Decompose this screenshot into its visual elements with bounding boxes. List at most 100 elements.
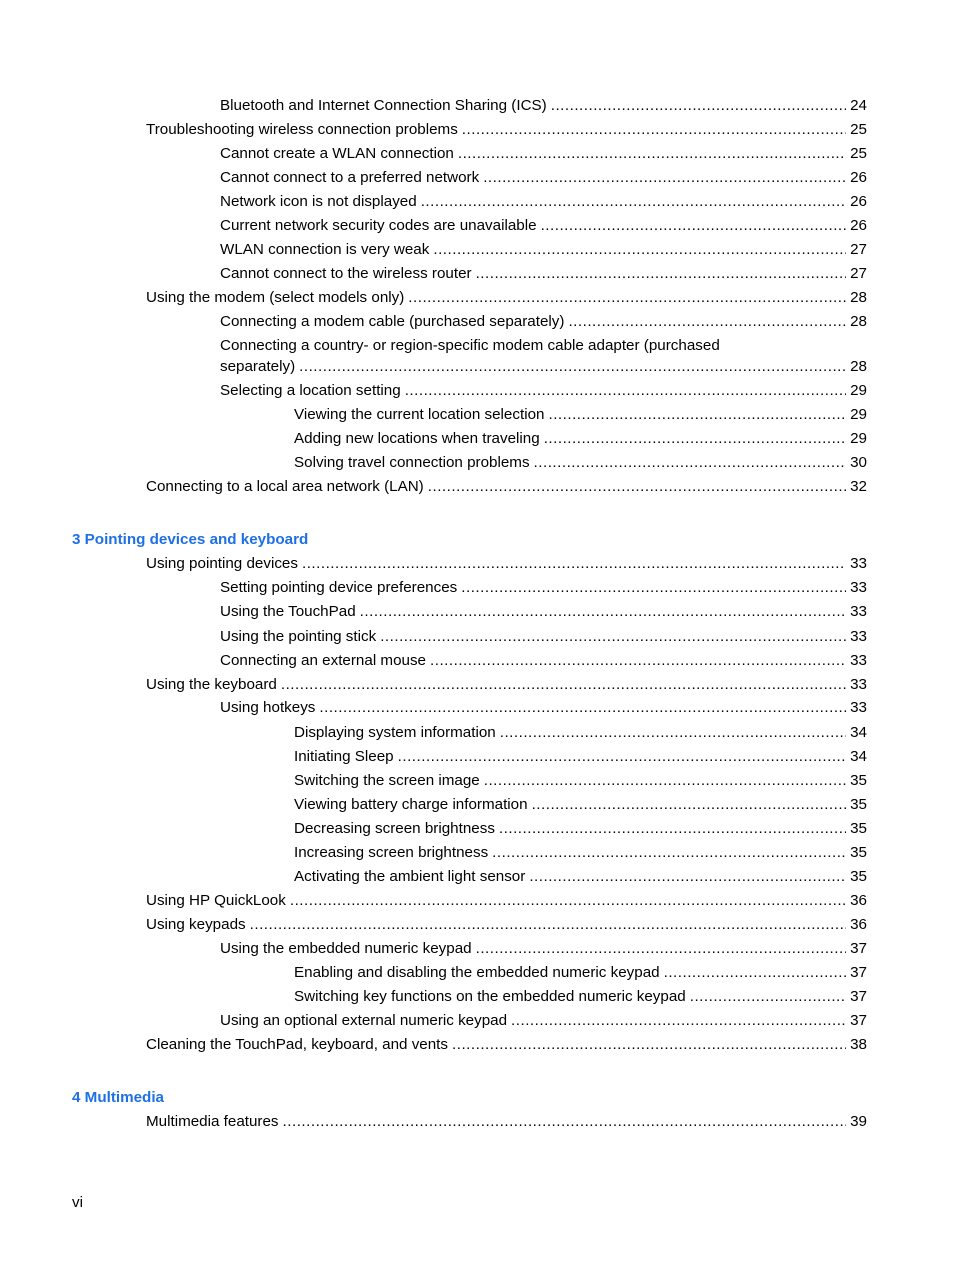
dot-leader [532, 796, 847, 814]
toc-entry-title: Increasing screen brightness [294, 844, 489, 861]
toc-entry-title: Using the keyboard [146, 676, 277, 693]
toc-entry-page-number: 28 [850, 289, 867, 306]
toc-entry[interactable]: Switching the screen image 35 [294, 772, 867, 790]
dot-leader [544, 430, 846, 448]
toc-entry[interactable]: Connecting to a local area network (LAN)… [146, 478, 867, 496]
toc-entry[interactable]: Current network security codes are unava… [220, 217, 867, 235]
dot-leader [690, 988, 846, 1006]
toc-entry[interactable]: Solving travel connection problems 30 [294, 454, 867, 472]
dot-leader [430, 652, 846, 670]
dot-leader [250, 916, 846, 934]
dot-leader [568, 313, 846, 331]
dot-leader [302, 555, 846, 573]
dot-leader [483, 169, 846, 187]
chapter-heading[interactable]: 4 Multimedia [72, 1089, 164, 1106]
toc-entry[interactable]: Using pointing devices 33 [146, 555, 867, 573]
toc-entry-page-number: 29 [850, 406, 867, 423]
toc-entry[interactable]: Connecting an external mouse 33 [220, 652, 867, 670]
toc-entry[interactable]: Using the embedded numeric keypad 37 [220, 940, 867, 958]
toc-entry[interactable]: Setting pointing device preferences 33 [220, 579, 867, 597]
toc-entry[interactable]: separately) 28 [220, 358, 867, 376]
toc-entry-title: Bluetooth and Internet Connection Sharin… [220, 97, 547, 114]
toc-entry[interactable]: Adding new locations when traveling 29 [294, 430, 867, 448]
toc-entry-title: Cannot create a WLAN connection [220, 145, 454, 162]
toc-entry[interactable]: Using the keyboard 33 [146, 676, 867, 694]
toc-entry-title: Connecting an external mouse [220, 652, 427, 669]
toc-entry-page-number: 39 [850, 1113, 867, 1130]
toc-entry-page-number: 37 [850, 988, 867, 1005]
toc-entry-page-number: 35 [850, 868, 867, 885]
toc-entry-title: Cannot connect to a preferred network [220, 169, 480, 186]
dot-leader [421, 193, 846, 211]
toc-entry[interactable]: Cannot connect to a preferred network 26 [220, 169, 867, 187]
toc-entry-page-number: 33 [850, 676, 867, 693]
toc-entry[interactable]: Decreasing screen brightness 35 [294, 820, 867, 838]
dot-leader [283, 1113, 847, 1131]
toc-entry-title: Connecting a country- or region-specific… [220, 337, 720, 354]
page-number-folio: vi [72, 1194, 83, 1211]
dot-leader [541, 217, 847, 235]
toc-entry-page-number: 36 [850, 916, 867, 933]
toc-entry-title: WLAN connection is very weak [220, 241, 430, 258]
dot-leader [281, 676, 846, 694]
toc-entry[interactable]: Initiating Sleep 34 [294, 748, 867, 766]
toc-entry[interactable]: Selecting a location setting 29 [220, 382, 867, 400]
dot-leader [380, 628, 846, 646]
dot-leader [299, 358, 846, 376]
toc-entry-title: Switching the screen image [294, 772, 480, 789]
toc-entry-title: Using an optional external numeric keypa… [220, 1012, 508, 1029]
toc-entry[interactable]: Cleaning the TouchPad, keyboard, and ven… [146, 1036, 867, 1054]
toc-entry[interactable]: Viewing battery charge information 35 [294, 796, 867, 814]
toc-entry-title: Troubleshooting wireless connection prob… [146, 121, 458, 138]
toc-entry-title: Decreasing screen brightness [294, 820, 495, 837]
toc-entry[interactable]: Using the pointing stick 33 [220, 628, 867, 646]
toc-entry-title: Using the modem (select models only) [146, 289, 405, 306]
toc-entry[interactable]: Switching key functions on the embedded … [294, 988, 867, 1006]
chapter-heading[interactable]: 3 Pointing devices and keyboard [72, 531, 308, 548]
toc-entry-line1[interactable]: Connecting a country- or region-specific… [220, 337, 867, 355]
toc-entry[interactable]: Troubleshooting wireless connection prob… [146, 121, 867, 139]
dot-leader [360, 603, 846, 621]
toc-entry-page-number: 37 [850, 940, 867, 957]
toc-entry[interactable]: Increasing screen brightness 35 [294, 844, 867, 862]
toc-entry[interactable]: Multimedia features 39 [146, 1113, 867, 1131]
toc-entry-title: Cleaning the TouchPad, keyboard, and ven… [146, 1036, 448, 1053]
dot-leader [452, 1036, 846, 1054]
toc-entry-title: Network icon is not displayed [220, 193, 417, 210]
toc-entry[interactable]: Displaying system information 34 [294, 724, 867, 742]
toc-entry[interactable]: Using HP QuickLook 36 [146, 892, 867, 910]
toc-entry[interactable]: Viewing the current location selection 29 [294, 406, 867, 424]
toc-entry[interactable]: Cannot create a WLAN connection 25 [220, 145, 867, 163]
toc-entry-title: Adding new locations when traveling [294, 430, 540, 447]
toc-entry-page-number: 29 [850, 430, 867, 447]
toc-entry[interactable]: Using keypads 36 [146, 916, 867, 934]
dot-leader [492, 844, 846, 862]
toc-entry-page-number: 36 [850, 892, 867, 909]
toc-entry[interactable]: Network icon is not displayed 26 [220, 193, 867, 211]
toc-entry-title: Switching key functions on the embedded … [294, 988, 686, 1005]
toc-entry-title: Enabling and disabling the embedded nume… [294, 964, 660, 981]
toc-entry-page-number: 33 [850, 555, 867, 572]
toc-entry-page-number: 34 [850, 748, 867, 765]
toc-entry-title: Initiating Sleep [294, 748, 394, 765]
toc-entry[interactable]: WLAN connection is very weak 27 [220, 241, 867, 259]
toc-entry-title: Setting pointing device preferences [220, 579, 458, 596]
toc-entry[interactable]: Using the TouchPad 33 [220, 603, 867, 621]
toc-entry[interactable]: Bluetooth and Internet Connection Sharin… [220, 97, 867, 115]
toc-entry[interactable]: Activating the ambient light sensor 35 [294, 868, 867, 886]
toc-entry[interactable]: Cannot connect to the wireless router 27 [220, 265, 867, 283]
dot-leader [664, 964, 846, 982]
toc-entry[interactable]: Enabling and disabling the embedded nume… [294, 964, 867, 982]
dot-leader [548, 406, 846, 424]
dot-leader [476, 265, 847, 283]
dot-leader [458, 145, 846, 163]
toc-entry-title: Using hotkeys [220, 699, 316, 716]
toc-entry[interactable]: Using hotkeys 33 [220, 699, 867, 717]
dot-leader [398, 748, 846, 766]
toc-entry-title: Using the embedded numeric keypad [220, 940, 472, 957]
dot-leader [529, 868, 846, 886]
toc-entry[interactable]: Connecting a modem cable (purchased sepa… [220, 313, 867, 331]
toc-entry[interactable]: Using the modem (select models only) 28 [146, 289, 867, 307]
dot-leader [428, 478, 846, 496]
toc-entry[interactable]: Using an optional external numeric keypa… [220, 1012, 867, 1030]
